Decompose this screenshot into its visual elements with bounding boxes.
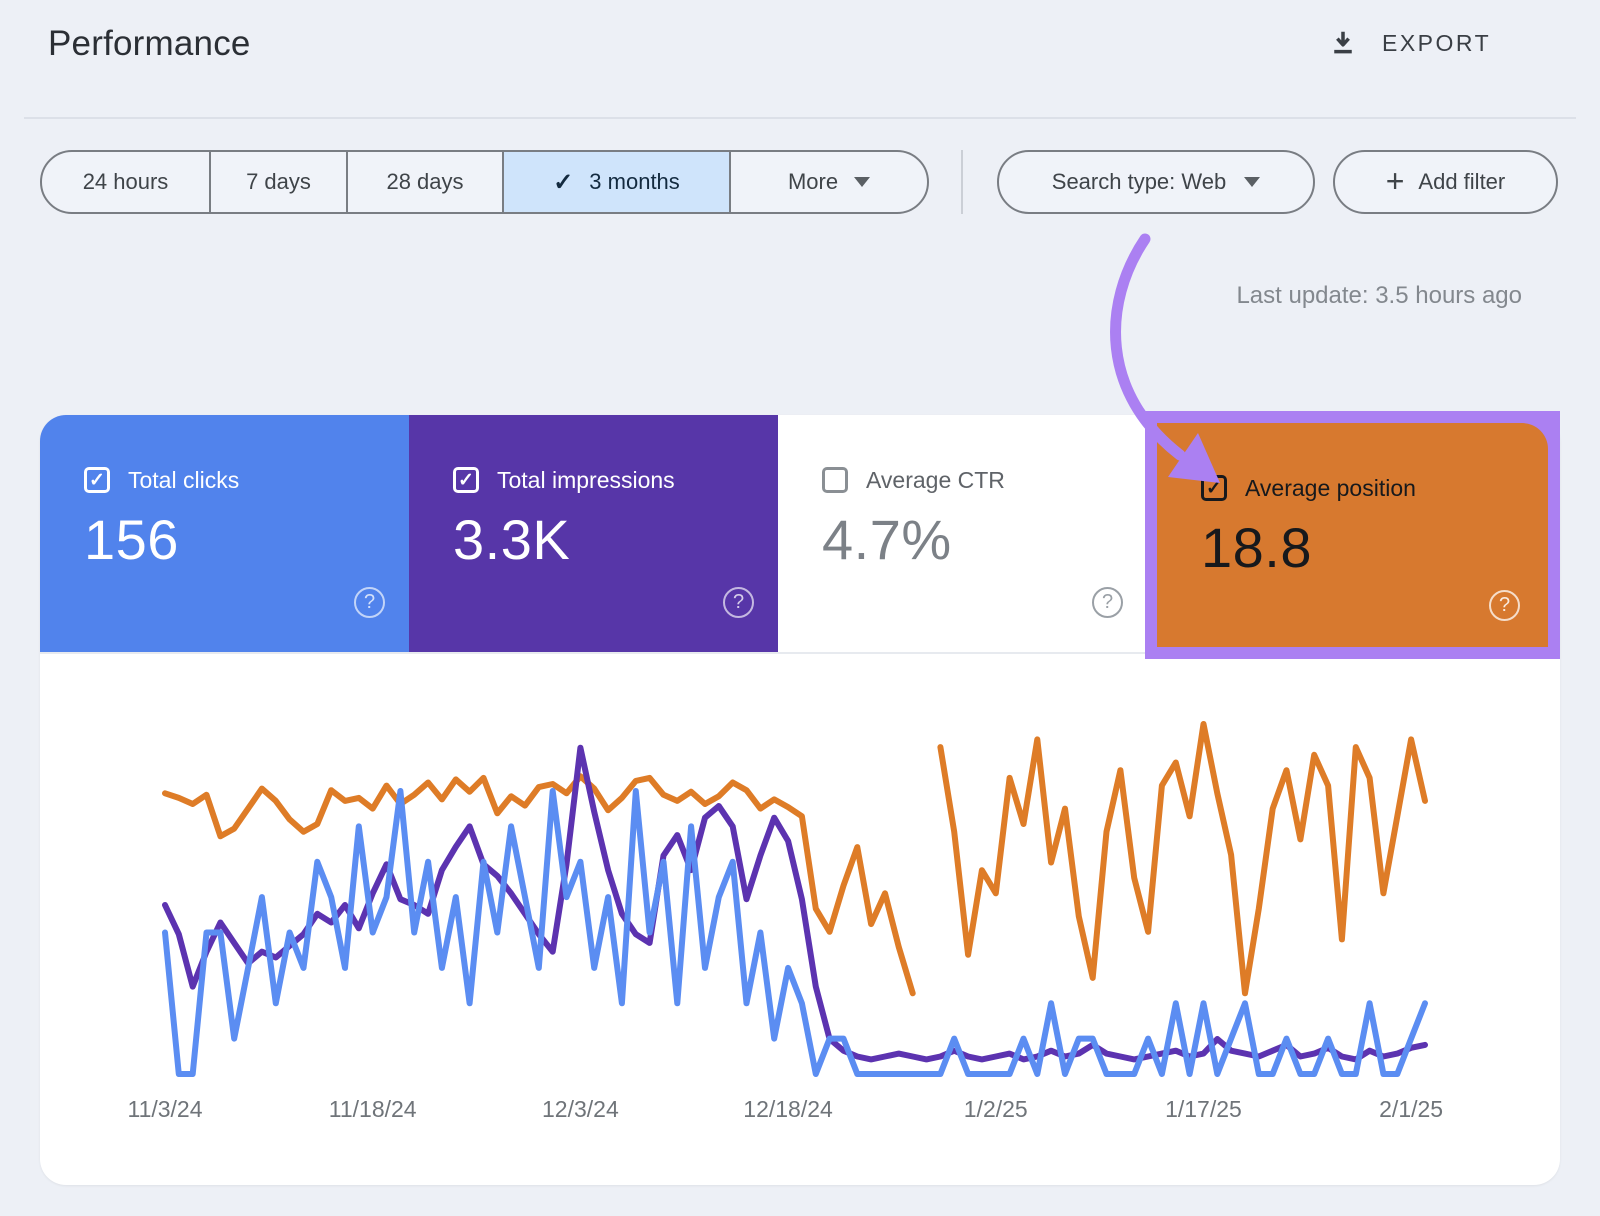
performance-chart: 11/3/24 11/18/24 12/3/24 12/18/24 1/2/25 1/17… bbox=[40, 654, 1560, 1185]
help-icon[interactable]: ? bbox=[1489, 590, 1520, 621]
card-value: 4.7% bbox=[822, 507, 952, 572]
chip-label: 28 days bbox=[386, 169, 463, 195]
export-button[interactable]: EXPORT bbox=[1328, 28, 1491, 58]
date-range-filter: 24 hours 7 days 28 days ✓ 3 months More bbox=[40, 150, 929, 214]
toolbar-separator bbox=[961, 150, 963, 214]
search-type-label: Search type: Web bbox=[1052, 169, 1226, 195]
export-label: EXPORT bbox=[1382, 30, 1491, 57]
series-average-position bbox=[940, 724, 1425, 993]
help-icon[interactable]: ? bbox=[1092, 587, 1123, 618]
chip-28-days[interactable]: 28 days bbox=[346, 152, 502, 212]
chip-more[interactable]: More bbox=[729, 152, 927, 212]
card-value: 18.8 bbox=[1201, 515, 1312, 580]
card-label: Total clicks bbox=[128, 467, 239, 494]
card-label: Average position bbox=[1245, 475, 1416, 502]
checkbox-total-impressions[interactable]: ✓ bbox=[453, 467, 479, 493]
chip-label: 7 days bbox=[246, 169, 311, 195]
x-axis-label: 1/2/25 bbox=[916, 1096, 1076, 1123]
checkbox-average-ctr[interactable] bbox=[822, 467, 848, 493]
help-icon[interactable]: ? bbox=[354, 587, 385, 618]
performance-panel: ✓ Total clicks 156 ? ✓ Total impressions… bbox=[40, 415, 1560, 1185]
add-filter-button[interactable]: + Add filter bbox=[1333, 150, 1558, 214]
page-title: Performance bbox=[48, 24, 251, 64]
add-filter-label: Add filter bbox=[1418, 169, 1505, 195]
x-axis-label: 12/3/24 bbox=[500, 1096, 660, 1123]
x-axis-label: 11/3/24 bbox=[85, 1096, 245, 1123]
x-axis-label: 12/18/24 bbox=[708, 1096, 868, 1123]
chip-label: 3 months bbox=[589, 169, 680, 195]
search-type-dropdown[interactable]: Search type: Web bbox=[997, 150, 1315, 214]
check-icon: ✓ bbox=[553, 168, 573, 197]
checkbox-total-clicks[interactable]: ✓ bbox=[84, 467, 110, 493]
metric-cards-row: ✓ Total clicks 156 ? ✓ Total impressions… bbox=[40, 415, 1560, 652]
x-axis-label: 2/1/25 bbox=[1331, 1096, 1491, 1123]
download-icon bbox=[1328, 28, 1358, 58]
metric-card-total-clicks[interactable]: ✓ Total clicks 156 ? bbox=[40, 415, 409, 652]
annotation-arrow bbox=[1080, 225, 1260, 505]
card-label: Average CTR bbox=[866, 467, 1005, 494]
x-axis-label: 11/18/24 bbox=[293, 1096, 453, 1123]
card-label: Total impressions bbox=[497, 467, 675, 494]
chip-label: 24 hours bbox=[83, 169, 169, 195]
help-icon[interactable]: ? bbox=[723, 587, 754, 618]
card-value: 156 bbox=[84, 507, 179, 572]
chip-7-days[interactable]: 7 days bbox=[209, 152, 346, 212]
chevron-down-icon bbox=[854, 177, 870, 187]
metric-card-total-impressions[interactable]: ✓ Total impressions 3.3K ? bbox=[409, 415, 778, 652]
plus-icon: + bbox=[1386, 165, 1405, 197]
header-divider bbox=[24, 117, 1576, 119]
chip-label: More bbox=[788, 169, 838, 195]
x-axis-label: 1/17/25 bbox=[1123, 1096, 1283, 1123]
chip-3-months[interactable]: ✓ 3 months bbox=[502, 152, 729, 212]
chip-24-hours[interactable]: 24 hours bbox=[42, 152, 209, 212]
chevron-down-icon bbox=[1244, 177, 1260, 187]
card-value: 3.3K bbox=[453, 507, 570, 572]
